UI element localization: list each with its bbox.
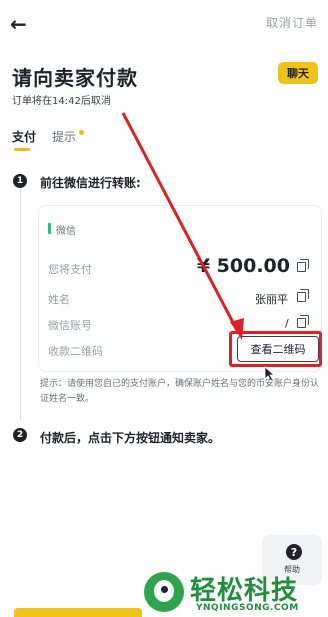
watermark-title: 轻松科技 [190,576,299,606]
step-2-text: 付款后，点击下方按钮通知卖家。 [40,431,221,445]
help-icon: ? [286,544,302,560]
bottom-action-button-edge[interactable] [14,608,142,617]
payment-tip-text: 提示：请使用您自己的支付账户，确保账户姓名与您的币安账户身份认证姓名一致。 [40,379,320,404]
annotation-arrow [121,112,244,340]
watermark-logo-dot [161,586,168,593]
step-number-2: 2 [13,428,27,442]
watermark-subtitle: YNQINGSONG.COM [196,603,299,613]
